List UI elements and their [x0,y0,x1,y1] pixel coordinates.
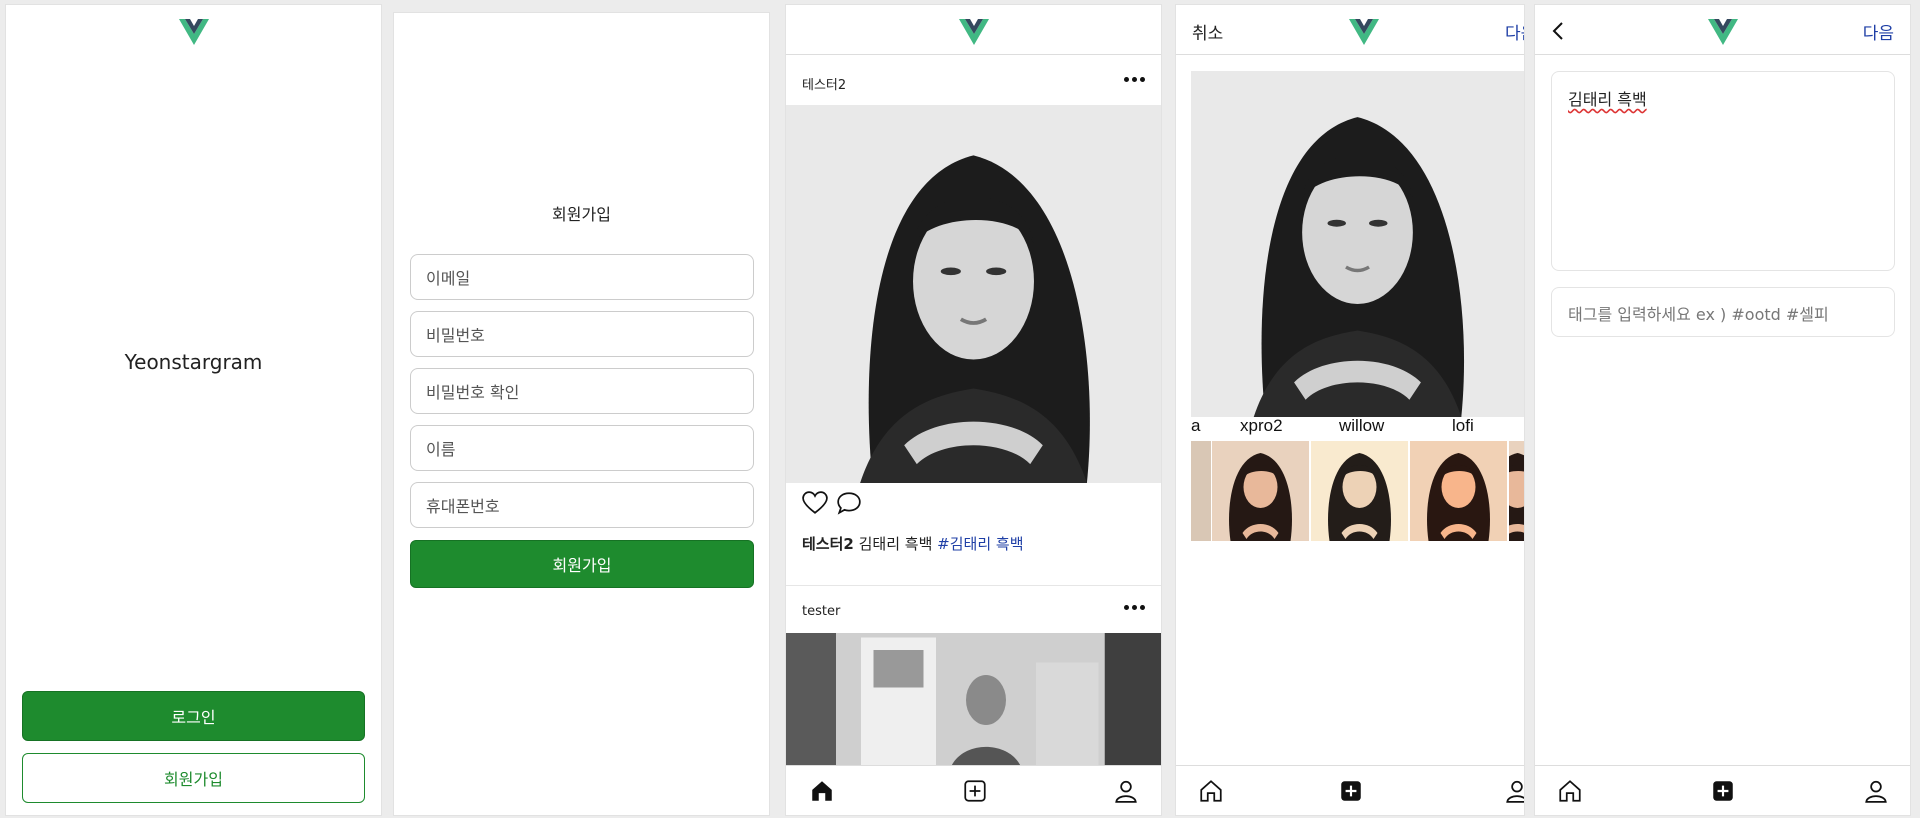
post-username[interactable]: 테스터2 [802,74,846,93]
selected-photo [1191,71,1524,417]
signup-button[interactable]: 회원가입 [22,753,365,803]
phone-placeholder: 휴대폰번호 [426,497,500,516]
home-icon[interactable] [809,778,835,804]
vue-logo-icon[interactable] [959,19,989,45]
filter-label: xpro2 [1240,416,1283,435]
more-options-icon[interactable] [1124,605,1145,610]
password-placeholder: 비밀번호 [426,326,485,345]
post-header: tester [786,587,1161,635]
profile-icon[interactable] [1863,778,1889,804]
post-caption: 테스터2 김태리 흑백 #김태리 흑백 [802,533,1024,554]
add-post-icon[interactable] [962,778,988,804]
post-username[interactable]: tester [802,604,840,619]
post-divider [786,585,1161,586]
top-bar: 취소 다음 [1176,5,1524,55]
signup-title: 회원가입 [552,205,611,224]
top-bar: 다음 [1535,5,1910,55]
bottom-nav [1176,765,1524,815]
name-field[interactable]: 이름 [410,425,754,471]
password-confirm-placeholder: 비밀번호 확인 [426,383,520,402]
vue-logo-icon [179,19,209,45]
signup-screen: 회원가입 이메일 비밀번호 비밀번호 확인 이름 휴대폰번호 회원가입 [393,12,770,816]
post-photo [786,105,1161,483]
more-options-icon[interactable] [1124,77,1145,82]
caption-username[interactable]: 테스터2 [802,535,854,553]
post-header: 테스터2 [786,59,1161,107]
tag-input[interactable]: 태그를 입력하세요 ex ) #ootd #셀피 [1551,287,1895,337]
filter-thumbnail[interactable] [1191,441,1211,541]
filter-thumbnail[interactable] [1509,441,1525,541]
email-placeholder: 이메일 [426,269,471,288]
tag-placeholder: 태그를 입력하세요 ex ) #ootd #셀피 [1568,305,1829,324]
home-icon[interactable] [1198,778,1224,804]
next-button[interactable]: 다음 [1863,19,1894,44]
post-content-text: 김태리 흑백 [1568,90,1647,109]
caption-hashtag[interactable]: #김태리 흑백 [937,535,1023,553]
name-placeholder: 이름 [426,440,456,459]
password-field[interactable]: 비밀번호 [410,311,754,357]
signup-submit-button[interactable]: 회원가입 [410,540,754,588]
cancel-button[interactable]: 취소 [1192,19,1223,44]
bottom-nav [786,765,1161,815]
caption-text: 김태리 흑백 [853,535,938,553]
post-actions [802,491,862,515]
filter-label: a [1191,416,1201,435]
filter-label: willow [1339,416,1385,435]
feed-screen: 테스터2 테스터2 김태리 흑백 #김태리 흑백 tester [785,4,1162,816]
post-content-textarea[interactable]: 김태리 흑백 [1551,71,1895,271]
password-confirm-field[interactable]: 비밀번호 확인 [410,368,754,414]
filter-thumbnail[interactable] [1212,441,1309,541]
login-button[interactable]: 로그인 [22,691,365,741]
app-title: Yeonstargram [124,350,263,374]
filter-screen: 취소 다음 a xpro2 willow lofi [1175,4,1525,816]
add-post-icon[interactable] [1338,778,1364,804]
vue-logo-icon [1708,19,1738,45]
heart-icon[interactable] [802,491,828,515]
filter-thumbnail[interactable] [1410,441,1507,541]
landing-screen: Yeonstargram 로그인 회원가입 [5,4,382,816]
profile-icon[interactable] [1504,778,1525,804]
top-bar [786,5,1161,55]
phone-field[interactable]: 휴대폰번호 [410,482,754,528]
filter-thumbnail[interactable] [1311,441,1408,541]
next-button[interactable]: 다음 [1505,19,1524,44]
back-icon[interactable] [1551,21,1565,41]
write-post-screen: 다음 김태리 흑백 태그를 입력하세요 ex ) #ootd #셀피 [1534,4,1911,816]
filter-label: lofi [1452,416,1474,435]
add-post-icon[interactable] [1710,778,1736,804]
profile-icon[interactable] [1113,778,1139,804]
home-icon[interactable] [1557,778,1583,804]
post-photo [786,633,1161,767]
vue-logo-icon [1349,19,1379,45]
email-field[interactable]: 이메일 [410,254,754,300]
bottom-nav [1535,765,1910,815]
comment-icon[interactable] [836,491,862,515]
